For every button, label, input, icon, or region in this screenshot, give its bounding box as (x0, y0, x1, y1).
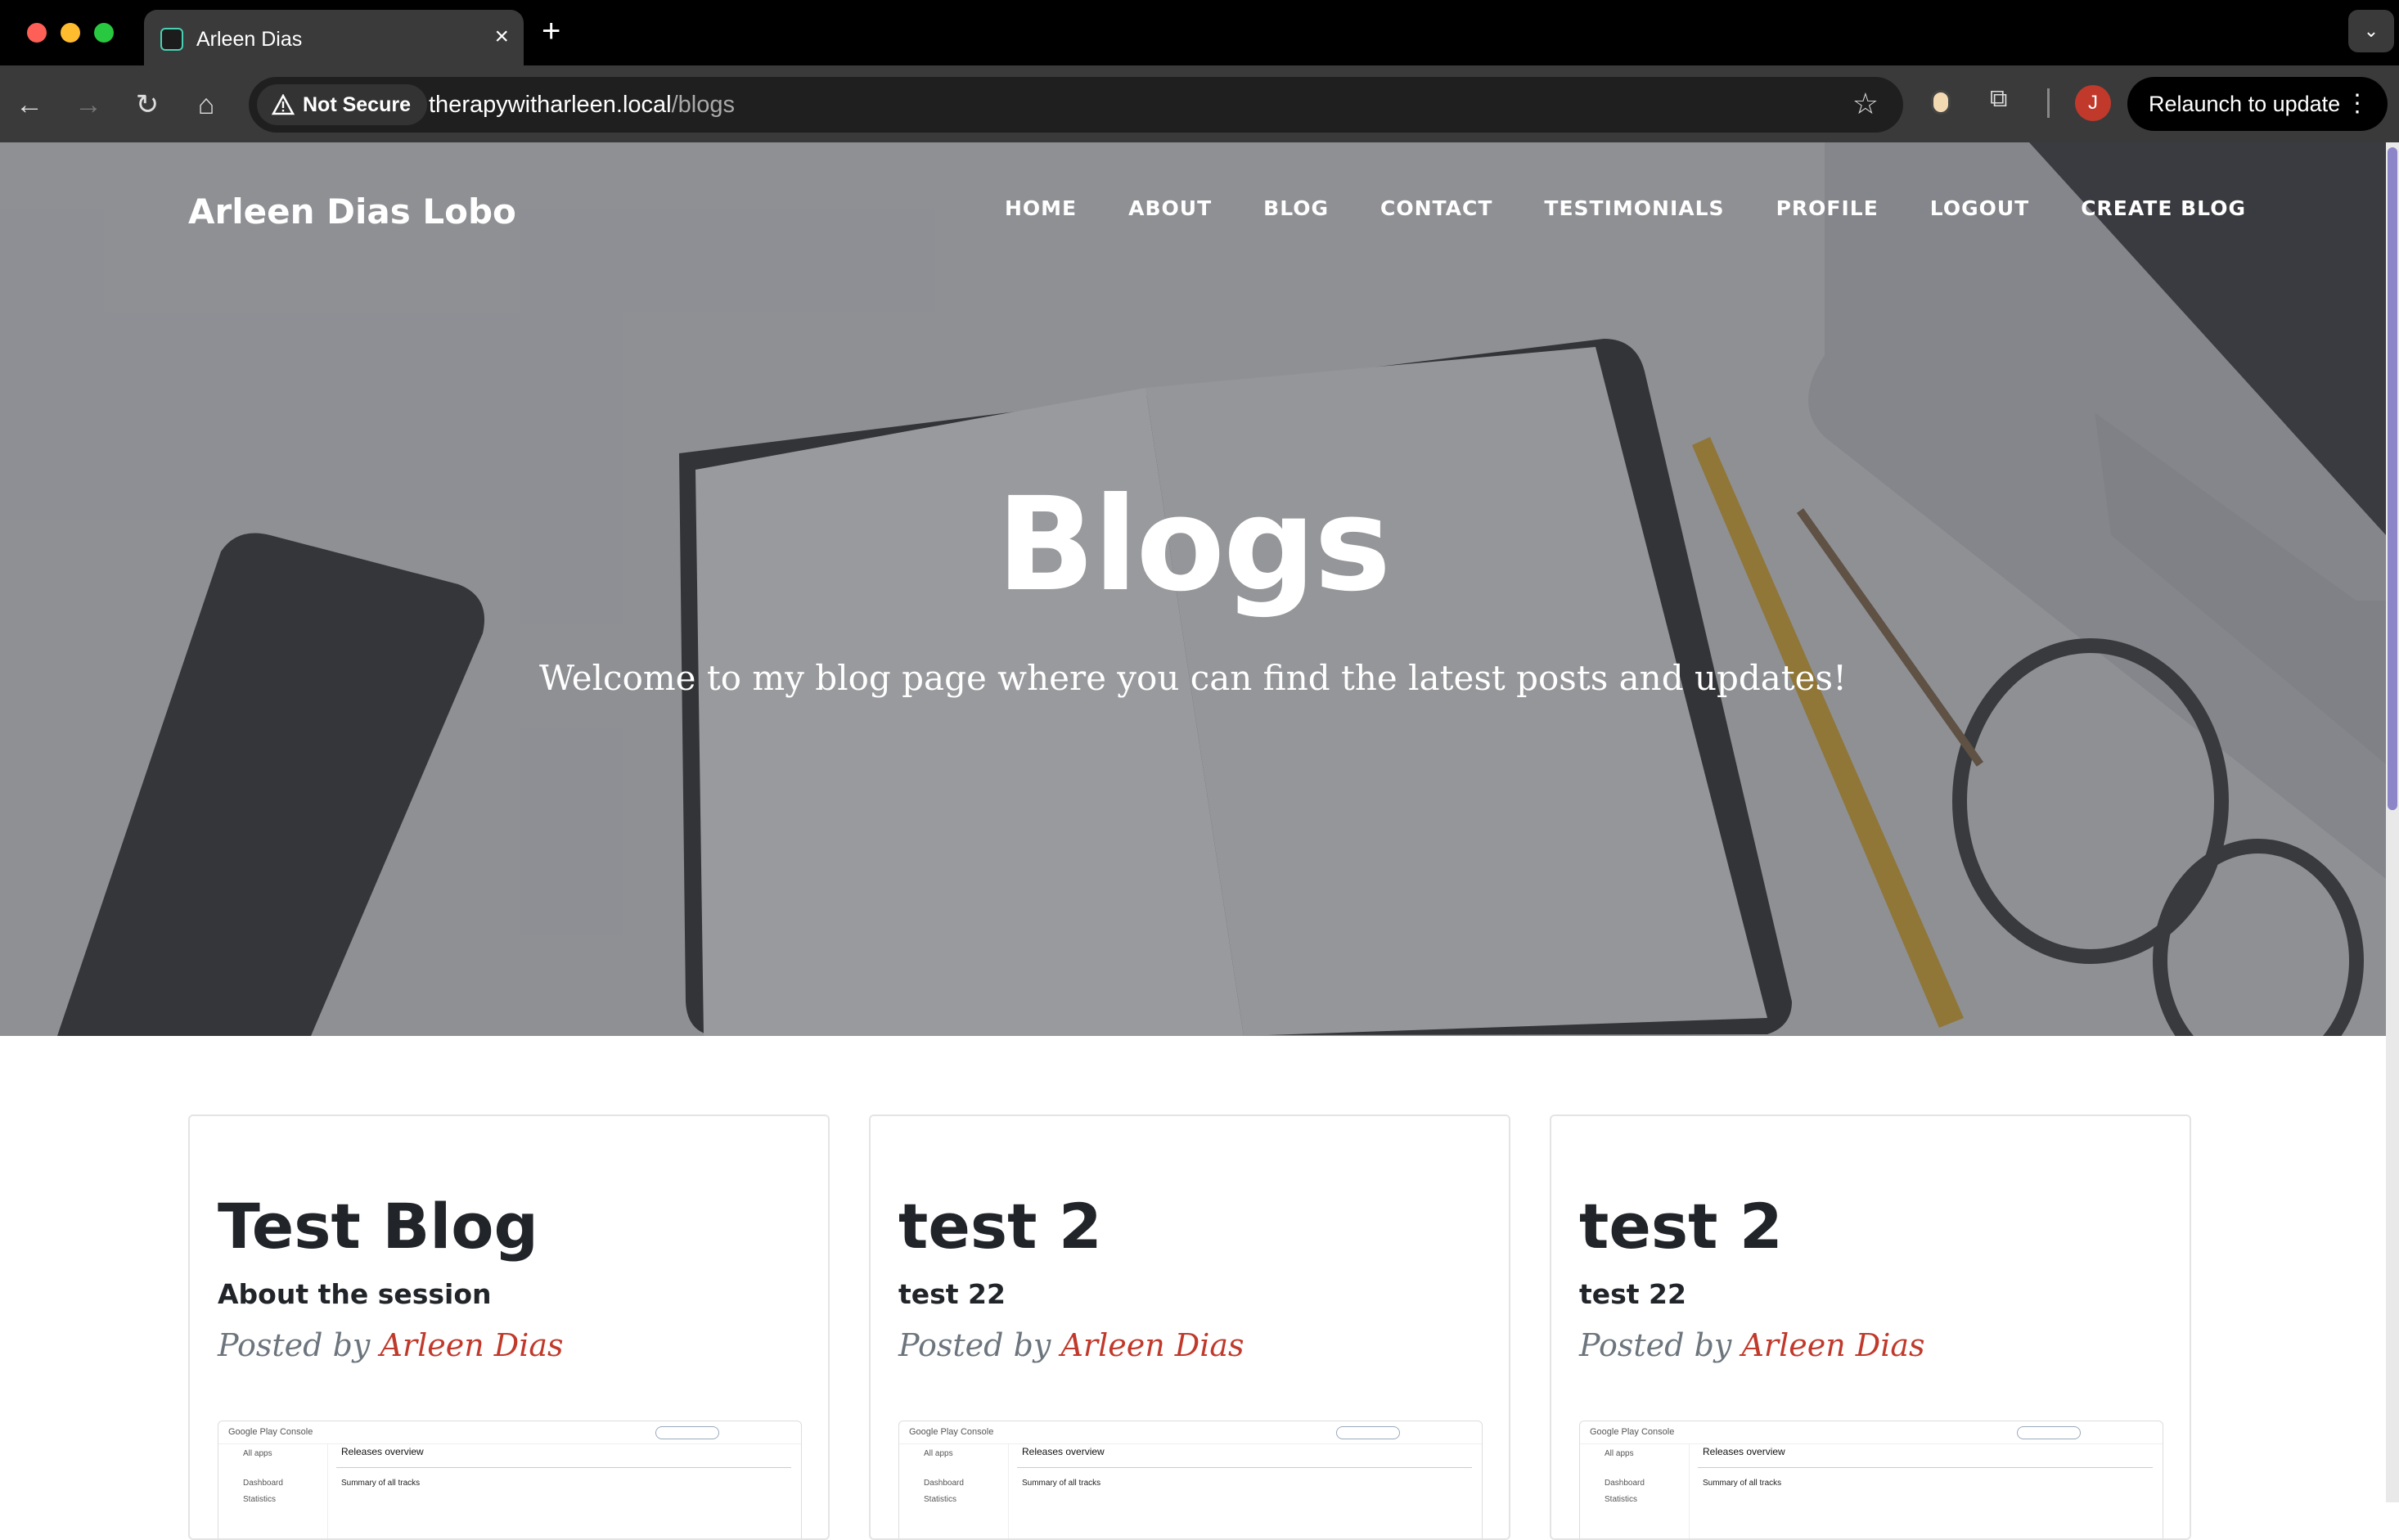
post-thumbnail[interactable]: Google Play Console All apps Dashboard S… (218, 1421, 802, 1538)
thumbnail-summary: Summary of all tracks (1022, 1479, 1101, 1488)
nav-testimonials[interactable]: TESTIMONIALS (1544, 196, 1724, 220)
thumbnail-sidebar: All apps Dashboard Statistics (1580, 1444, 1690, 1538)
relaunch-to-update-button[interactable]: Relaunch to update ⋮ (2127, 77, 2388, 131)
reload-icon[interactable]: ↻ (131, 88, 164, 121)
post-thumbnail[interactable]: Google Play Console All apps Dashboard S… (1579, 1421, 2163, 1538)
thumbnail-heading: Releases overview (341, 1446, 424, 1457)
browser-tab[interactable]: Arleen Dias × (144, 10, 524, 65)
nav-contact[interactable]: CONTACT (1380, 196, 1492, 220)
thumbnail-app-name: Google Play Console (1590, 1427, 1675, 1437)
thumbnail-heading: Releases overview (1022, 1446, 1105, 1457)
posted-by-label: Posted by (1579, 1327, 1732, 1363)
thumbnail-header: Google Play Console (218, 1421, 801, 1444)
bookmark-star-icon[interactable]: ☆ (1852, 87, 1879, 121)
site-favicon-icon (160, 28, 183, 51)
close-window-button[interactable] (27, 23, 47, 43)
thumbnail-sidebar: All apps Dashboard Statistics (899, 1444, 1009, 1538)
post-author-link[interactable]: Arleen Dias (1741, 1327, 1924, 1363)
page-subtitle: Welcome to my blog page where you can fi… (539, 658, 1847, 698)
forward-arrow-icon[interactable]: → (72, 88, 105, 121)
warning-icon (272, 94, 295, 115)
post-meta: Posted by Arleen Dias (218, 1327, 564, 1363)
more-menu-icon[interactable]: ⋮ (2345, 77, 2370, 131)
url-path: /blogs (671, 92, 736, 118)
nav-blog[interactable]: BLOG (1263, 196, 1329, 220)
thumbnail-sidebar: All apps Dashboard Statistics (218, 1444, 328, 1538)
tab-title: Arleen Dias (196, 28, 303, 51)
maximize-window-button[interactable] (94, 23, 114, 43)
browser-toolbar: ← → ↻ ⌂ Not Secure therapywitharleen.loc… (0, 65, 2399, 142)
page-scrollbar-thumb[interactable] (2388, 147, 2397, 810)
back-arrow-icon[interactable]: ← (13, 88, 46, 121)
thumbnail-app-name: Google Play Console (228, 1427, 313, 1437)
extension-icon[interactable] (1931, 90, 1951, 115)
thumbnail-heading: Releases overview (1703, 1446, 1785, 1457)
post-title[interactable]: test 2 (1579, 1190, 1783, 1263)
thumbnail-divider (1698, 1467, 2153, 1468)
nav-about[interactable]: ABOUT (1128, 196, 1212, 220)
blog-card[interactable]: Test Blog About the session Posted by Ar… (188, 1114, 830, 1540)
post-subtitle: test 22 (898, 1278, 1006, 1310)
posted-by-label: Posted by (898, 1327, 1051, 1363)
thumbnail-side-item: Statistics (924, 1495, 957, 1504)
home-icon[interactable]: ⌂ (190, 88, 223, 121)
minimize-window-button[interactable] (61, 23, 80, 43)
security-chip[interactable]: Not Secure (257, 84, 427, 125)
url-host: therapywitharleen.local (429, 92, 672, 118)
page-title: Blogs (996, 470, 1391, 620)
thumbnail-side-item: Statistics (243, 1495, 277, 1504)
nav-profile[interactable]: PROFILE (1776, 196, 1879, 220)
post-meta: Posted by Arleen Dias (898, 1327, 1245, 1363)
blog-card[interactable]: test 2 test 22 Posted by Arleen Dias Goo… (1550, 1114, 2191, 1540)
thumbnail-summary: Summary of all tracks (1703, 1479, 1782, 1488)
site-brand[interactable]: Arleen Dias Lobo (188, 191, 516, 232)
thumbnail-side-item: Dashboard (924, 1479, 964, 1488)
thumbnail-header: Google Play Console (899, 1421, 1482, 1444)
thumbnail-header: Google Play Console (1580, 1421, 2163, 1444)
post-title[interactable]: Test Blog (218, 1190, 538, 1263)
thumbnail-side-item: Dashboard (243, 1479, 283, 1488)
profile-avatar[interactable]: J (2075, 85, 2111, 121)
thumbnail-app-name: Google Play Console (909, 1427, 994, 1437)
post-title[interactable]: test 2 (898, 1190, 1102, 1263)
security-label: Not Secure (303, 93, 411, 116)
posted-by-label: Posted by (218, 1327, 371, 1363)
thumbnail-pill (2017, 1426, 2081, 1439)
puzzle-extensions-icon[interactable]: ⧉ (1990, 85, 2007, 113)
thumbnail-divider (1017, 1467, 1472, 1468)
tab-search-chevron-icon[interactable]: ⌄ (2348, 10, 2394, 52)
toolbar-divider (2047, 88, 2050, 118)
relaunch-label: Relaunch to update (2149, 92, 2341, 116)
nav-home[interactable]: HOME (1005, 196, 1077, 220)
thumbnail-side-item: Statistics (1605, 1495, 1638, 1504)
thumbnail-side-item: All apps (243, 1449, 272, 1458)
hero-header: Arleen Dias Lobo HOME ABOUT BLOG CONTACT… (0, 142, 2386, 1036)
thumbnail-pill (655, 1426, 719, 1439)
thumbnail-side-item: All apps (1605, 1449, 1634, 1458)
thumbnail-divider (336, 1467, 791, 1468)
post-subtitle: About the session (218, 1278, 492, 1310)
address-bar[interactable]: Not Secure therapywitharleen.local/blogs… (249, 77, 1903, 133)
url-text[interactable]: therapywitharleen.local/blogs (429, 92, 735, 119)
nav-create-blog[interactable]: CREATE BLOG (2081, 196, 2246, 220)
thumbnail-side-item: Dashboard (1605, 1479, 1645, 1488)
thumbnail-summary: Summary of all tracks (341, 1479, 421, 1488)
new-tab-icon[interactable]: + (542, 13, 560, 49)
main-navigation: HOME ABOUT BLOG CONTACT TESTIMONIALS PRO… (1005, 196, 2246, 220)
post-author-link[interactable]: Arleen Dias (1060, 1327, 1244, 1363)
browser-tab-strip: Arleen Dias × + ⌄ (0, 0, 2399, 65)
post-meta: Posted by Arleen Dias (1579, 1327, 1925, 1363)
post-subtitle: test 22 (1579, 1278, 1686, 1310)
close-tab-icon[interactable]: × (494, 25, 509, 49)
nav-logout[interactable]: LOGOUT (1930, 196, 2029, 220)
blog-card[interactable]: test 2 test 22 Posted by Arleen Dias Goo… (869, 1114, 1510, 1540)
post-author-link[interactable]: Arleen Dias (380, 1327, 563, 1363)
thumbnail-side-item: All apps (924, 1449, 953, 1458)
thumbnail-pill (1336, 1426, 1400, 1439)
post-thumbnail[interactable]: Google Play Console All apps Dashboard S… (898, 1421, 1483, 1538)
